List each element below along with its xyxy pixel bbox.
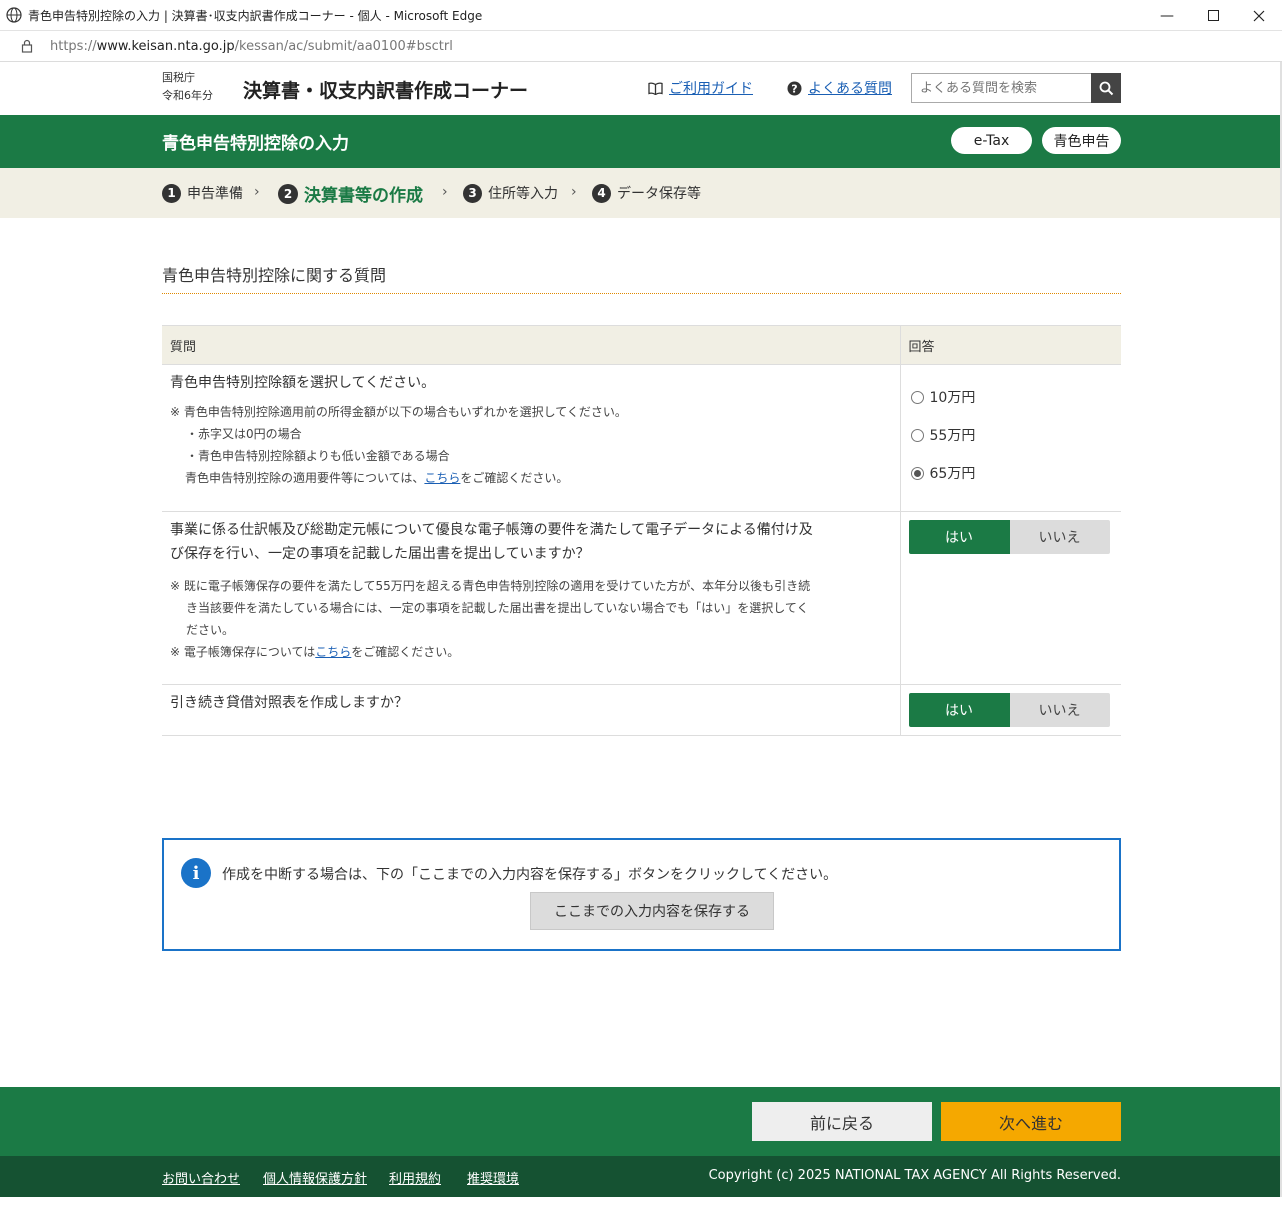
faq-link[interactable]: ? よくある質問 [787,78,892,98]
radio-option-55man[interactable]: 55万円 [901,416,1122,454]
column-header-answer: 回答 [899,325,1121,365]
chevron-right-icon: › [254,184,260,200]
environment-link[interactable]: 推奨環境 [467,1168,519,1187]
table-row: 引き続き貸借対照表を作成しますか？ はい いいえ [162,684,1122,736]
requirements-link[interactable]: こちら [424,471,460,485]
note-text: ださい。 [186,623,235,637]
minimize-icon[interactable]: — [1144,0,1190,31]
step-4: 4 データ保存等 [592,183,701,203]
corner-title: 決算書・収支内訳書作成コーナー [243,80,529,102]
radio-option-65man[interactable]: 65万円 [901,454,1122,492]
footer: お問い合わせ 個人情報保護方針 利用規約 推奨環境 Copyright (c) … [0,1156,1282,1197]
address-bar[interactable]: https://www.keisan.nta.go.jp/kessan/ac/s… [0,31,1282,62]
table-header-row: 質問 回答 [162,325,1121,365]
chevron-right-icon: › [442,184,448,200]
section-title: 青色申告特別控除に関する質問 [162,266,387,285]
search-icon [1099,81,1113,95]
radio-button[interactable] [910,428,924,442]
site-header: 国税庁 令和6年分 決算書・収支内訳書作成コーナー ご利用ガイド ? よくある質… [0,62,1282,115]
yes-no-toggle[interactable]: はい いいえ [908,693,1122,727]
radio-button[interactable] [910,390,924,404]
question-electronic-books: 事業に係る仕訳帳及び総勘定元帳について優良な電子帳簿の要件を満たして電子データに… [170,522,813,562]
step-3: 3 住所等入力 [463,183,558,203]
note-text: き当該要件を満たしている場合には、一定の事項を記載した届出書を提出していない場合… [186,601,809,615]
search-button[interactable] [1091,73,1121,103]
terms-link[interactable]: 利用規約 [389,1168,441,1187]
lock-icon [21,39,33,53]
info-text: 作成を中断する場合は、下の「ここまでの入力内容を保存する」ボタンをクリックしてく… [222,867,838,883]
note-text: ※ 電子帳簿保存についてはこちらをご確認ください。 [170,645,460,659]
note-text: ・赤字又は0円の場合 [186,427,302,441]
window-titlebar: 青色申告特別控除の入力 | 決算書･収支内訳書作成コーナー - 個人 - Mic… [0,0,1282,31]
page-title: 青色申告特別控除の入力 [162,134,349,154]
radio-button-checked[interactable] [910,466,924,480]
question-table: 質問 回答 青色申告特別控除額を選択してください。 ※ 青色申告特別控除適用前の… [162,325,1121,736]
question-deduction-amount: 青色申告特別控除額を選択してください。 [170,375,436,391]
close-icon[interactable] [1236,0,1282,31]
step-1: 1 申告準備 [162,183,243,203]
yes-no-toggle[interactable]: はい いいえ [908,520,1122,554]
info-icon: i [181,858,211,888]
note-text: ※ 既に電子帳簿保存の要件を満たして55万円を超える青色申告特別控除の適用を受け… [170,579,811,593]
no-button[interactable]: いいえ [1009,520,1110,554]
yes-button-selected[interactable]: はい [908,693,1010,727]
maximize-icon[interactable] [1190,0,1236,31]
save-progress-button[interactable]: ここまでの入力内容を保存する [530,892,774,930]
question-balance-sheet: 引き続き貸借対照表を作成しますか？ [170,695,408,711]
browser-site-icon [6,7,22,23]
question-icon: ? [787,81,802,96]
copyright-text: Copyright (c) 2025 NATIONAL TAX AGENCY A… [708,1168,1121,1183]
next-button[interactable]: 次へ進む [941,1102,1121,1141]
contact-link[interactable]: お問い合わせ [162,1168,240,1187]
book-icon [648,82,663,95]
chevron-right-icon: › [571,184,577,200]
save-info-box: i 作成を中断する場合は、下の「ここまでの入力内容を保存する」ボタンをクリックし… [162,838,1121,951]
guide-link[interactable]: ご利用ガイド [648,78,753,98]
progress-steps: 1 申告準備 › 2 決算書等の作成 › 3 住所等入力 › 4 データ保存等 [0,168,1282,218]
yes-button-selected[interactable]: はい [908,520,1010,554]
electronic-books-link[interactable]: こちら [315,645,351,659]
privacy-link[interactable]: 個人情報保護方針 [263,1168,367,1187]
section-divider [162,293,1121,294]
table-row: 青色申告特別控除額を選択してください。 ※ 青色申告特別控除適用前の所得金額が以… [162,364,1122,512]
step-2-current: 2 決算書等の作成 [278,181,423,206]
aoiro-badge: 青色申告 [1042,127,1121,154]
agency-label: 国税庁 令和6年分 [162,71,213,102]
bottom-navigation: 前に戻る 次へ進む [0,1087,1282,1156]
note-text: 青色申告特別控除の適用要件等については、こちらをご確認ください。 [185,471,569,485]
no-button[interactable]: いいえ [1009,693,1110,727]
faq-search-input[interactable] [911,73,1091,103]
column-header-question: 質問 [162,325,900,365]
note-text: ・青色申告特別控除額よりも低い金額である場合 [186,449,450,463]
etax-badge: e-Tax [951,127,1032,154]
table-row: 事業に係る仕訳帳及び総勘定元帳について優良な電子帳簿の要件を満たして電子データに… [162,511,1122,685]
page-title-band: 青色申告特別控除の入力 e-Tax 青色申告 [0,115,1282,168]
radio-option-10man[interactable]: 10万円 [901,378,1122,416]
window-title: 青色申告特別控除の入力 | 決算書･収支内訳書作成コーナー - 個人 - Mic… [28,8,483,23]
svg-text:?: ? [791,82,797,95]
note-text: ※ 青色申告特別控除適用前の所得金額が以下の場合もいずれかを選択してください。 [170,405,627,419]
url-text[interactable]: https://www.keisan.nta.go.jp/kessan/ac/s… [50,39,453,54]
back-button[interactable]: 前に戻る [752,1102,932,1141]
